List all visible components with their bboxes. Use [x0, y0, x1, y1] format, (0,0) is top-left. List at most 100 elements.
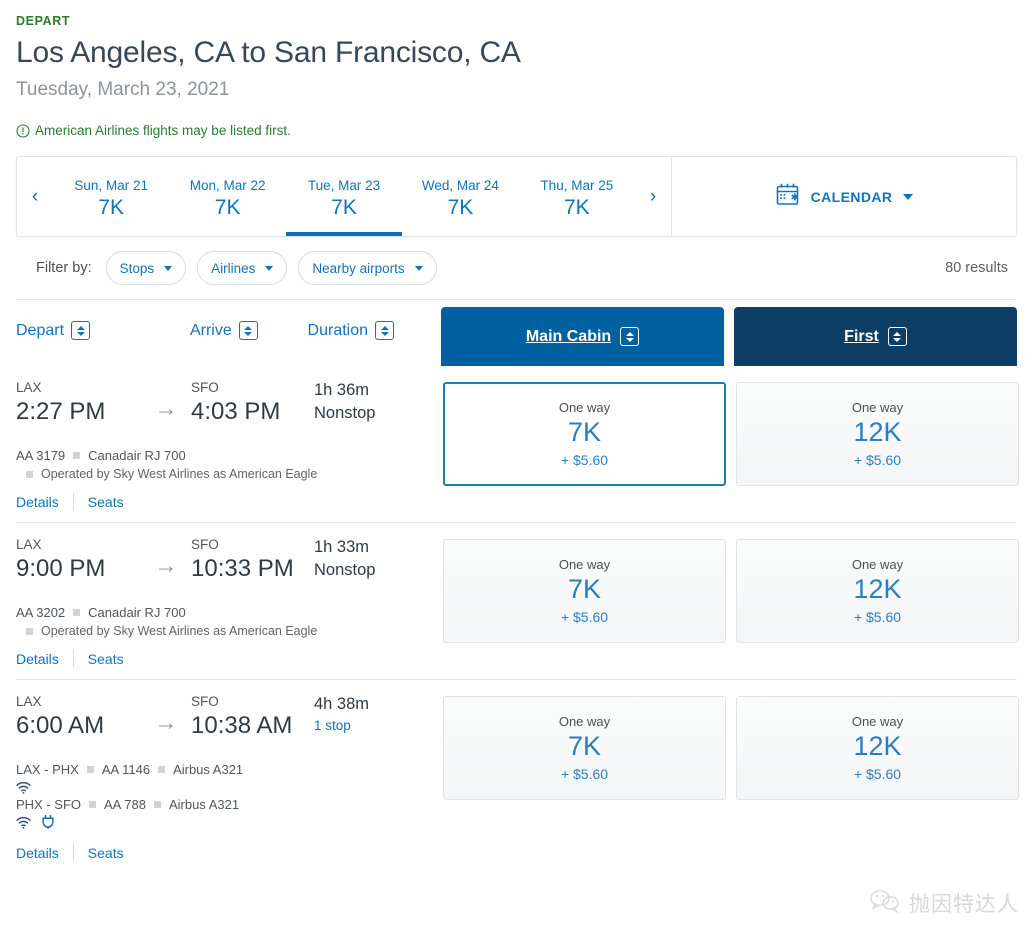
date-option-label: Thu, Mar 25 [540, 177, 614, 193]
cabin-tab[interactable]: First [734, 307, 1018, 366]
segment-amenities [16, 781, 443, 797]
route-date: Tuesday, March 23, 2021 [16, 79, 230, 100]
segment-list: AA 3202 Canadair RJ 700 Operated by Sky We… [16, 605, 443, 638]
divider [72, 493, 74, 510]
row-links: Details Seats [16, 493, 443, 510]
cabin-tab-label: First [844, 327, 879, 345]
price-card[interactable]: One way 7K + $5.60 [443, 696, 726, 800]
price-card[interactable]: One way 12K + $5.60 [736, 539, 1019, 643]
details-link[interactable]: Details [16, 651, 59, 667]
cabin-tab[interactable]: Main Cabin [441, 307, 725, 366]
arrive-time: 10:33 PM [191, 555, 294, 582]
filter-chip[interactable]: Airlines [197, 251, 288, 285]
seats-link[interactable]: Seats [88, 494, 124, 510]
arrive-time: 4:03 PM [191, 398, 281, 425]
flight-search-results-page: DEPART Los Angeles, CA to San Francisco,… [0, 0, 1033, 940]
flight-results-list: LAX 2:27 PM → SFO 4:03 PM 1h 36m Nonstop AA 317… [16, 366, 1019, 873]
flight-segment: AA 3179 Canadair RJ 700 [16, 448, 443, 463]
details-link[interactable]: Details [16, 494, 59, 510]
price-miles: 7K [567, 731, 602, 761]
date-option-label: Wed, Mar 24 [421, 177, 499, 193]
segment-flight-number: AA 1146 [101, 762, 151, 777]
flight-stops[interactable]: 1 stop [314, 718, 369, 733]
depart-block: LAX 6:00 AM [16, 694, 141, 740]
separator-square [89, 801, 97, 808]
date-option[interactable]: Thu, Mar 25 7K [519, 157, 635, 236]
price-miles: 12K [853, 417, 902, 447]
price-card[interactable]: One way 12K + $5.60 [736, 382, 1019, 486]
operated-by-text: Operated by Sky West Airlines as America… [41, 467, 318, 481]
sort-arrive-button[interactable]: Arrive [190, 321, 308, 366]
cabin-tab-label: Main Cabin [525, 327, 612, 345]
depart-time: 2:27 PM [16, 398, 106, 425]
separator-square [73, 609, 81, 616]
seats-link[interactable]: Seats [88, 651, 124, 667]
separator-square [153, 801, 161, 808]
chevron-down-icon [903, 193, 914, 200]
date-option[interactable]: Mon, Mar 22 7K [169, 157, 285, 236]
calendar-label: CALENDAR [810, 188, 893, 205]
filter-chip[interactable]: Nearby airports [298, 251, 437, 285]
seats-link[interactable]: Seats [88, 845, 124, 861]
price-miles: 7K [567, 574, 602, 604]
segment-route: PHX - SFO [16, 797, 82, 812]
flight-times: LAX 2:27 PM → SFO 4:03 PM 1h 36m Nonstop [16, 380, 443, 426]
price-miles: 7K [567, 417, 602, 447]
power-outlet-icon [42, 815, 54, 834]
sort-duration-label: Duration [307, 321, 369, 339]
depart-time: 6:00 AM [16, 712, 105, 739]
date-strip-wrapper: ‹ Sun, Mar 21 7K Mon, Mar 22 7K Tue, Mar 23 7… [16, 156, 1017, 237]
segment-aircraft: Canadair RJ 700 [88, 605, 186, 620]
segment-flight-number: AA 3202 [16, 605, 66, 620]
price-card[interactable]: One way 7K + $5.60 [443, 539, 726, 643]
flight-stops: Nonstop [314, 404, 376, 422]
flight-duration: 1h 36m [314, 381, 370, 399]
page-header: DEPART Los Angeles, CA to San Francisco,… [0, 0, 1033, 138]
price-taxes: + $5.60 [560, 452, 609, 468]
chevron-down-icon [164, 265, 173, 271]
prev-dates-button[interactable]: ‹ [17, 157, 53, 236]
svg-text:✱: ✱ [790, 192, 798, 203]
sort-updown-icon [238, 321, 258, 340]
filter-bar: Filter by: Stops Airlines Nearby airports … [16, 237, 1017, 300]
price-taxes: + $5.60 [853, 452, 902, 468]
chevron-down-icon [265, 265, 274, 271]
sort-updown-icon [375, 321, 395, 340]
arrive-block: SFO 4:03 PM [191, 380, 314, 426]
price-card[interactable]: One way 12K + $5.60 [736, 696, 1019, 800]
separator-square [86, 766, 94, 773]
filter-chip-label: Airlines [211, 260, 256, 276]
date-option[interactable]: Wed, Mar 24 7K [402, 157, 518, 236]
sort-updown-icon [887, 327, 907, 346]
date-option[interactable]: Sun, Mar 21 7K [53, 157, 169, 236]
watermark: 抛因特达人 [870, 888, 1019, 918]
date-option-label: Tue, Mar 23 [307, 177, 381, 193]
price-kind: One way [558, 557, 611, 572]
filter-chip[interactable]: Stops [105, 251, 187, 285]
segment-flight-number: AA 3179 [16, 448, 66, 463]
price-kind: One way [558, 714, 611, 729]
sort-arrive-label: Arrive [189, 321, 232, 339]
sort-duration-button[interactable]: Duration [308, 321, 437, 366]
arrive-time: 10:38 AM [191, 712, 293, 739]
calendar-button[interactable]: ✱ CALENDAR [672, 157, 1016, 236]
airlines-notice: American Airlines flights may be listed … [16, 123, 1033, 138]
price-card[interactable]: One way 7K + $5.60 [443, 382, 726, 486]
price-miles: 12K [853, 574, 902, 604]
duration-block: 4h 38m 1 stop [314, 694, 369, 733]
flight-segment: LAX - PHX AA 1146 Airbus A321 [16, 762, 443, 777]
filter-by-label: Filter by: [36, 260, 92, 276]
date-option[interactable]: Tue, Mar 23 7K [285, 157, 403, 236]
next-dates-button[interactable]: › [635, 157, 671, 236]
details-link[interactable]: Details [16, 845, 59, 861]
date-option-label: Sun, Mar 21 [74, 177, 148, 193]
airlines-notice-text: American Airlines flights may be listed … [35, 123, 291, 138]
price-taxes: + $5.60 [560, 609, 609, 625]
segment-amenities [16, 815, 443, 834]
cabin-tab-group: Main Cabin First [441, 307, 1018, 366]
sort-depart-button[interactable]: Depart [16, 321, 190, 366]
watermark-text: 抛因特达人 [909, 892, 1019, 916]
row-links: Details Seats [16, 650, 443, 667]
calendar-icon: ✱ [775, 182, 800, 212]
arrive-block: SFO 10:38 AM [191, 694, 314, 740]
